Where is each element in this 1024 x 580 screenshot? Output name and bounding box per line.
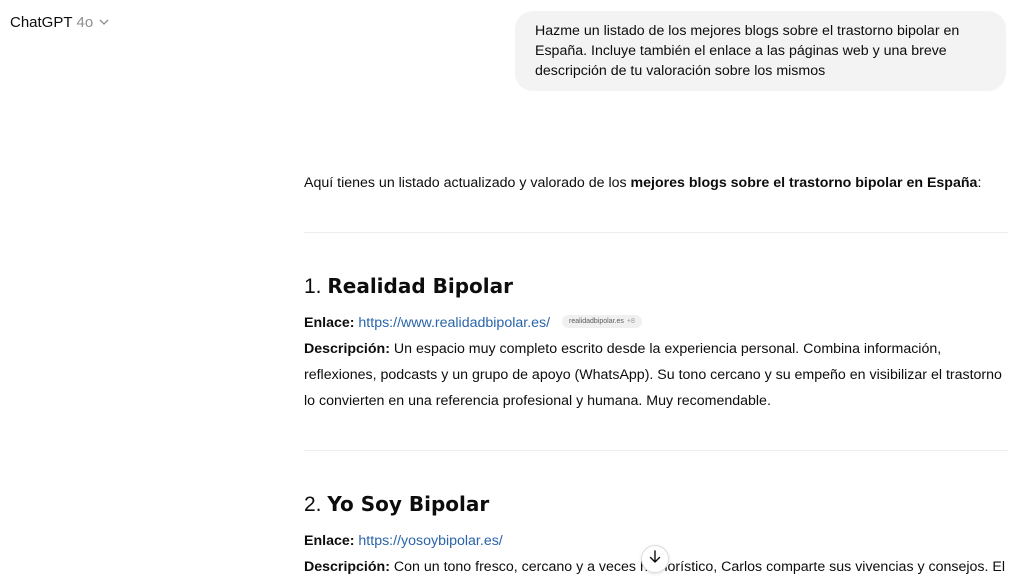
entry-number: 1. <box>304 275 322 298</box>
scroll-to-bottom-button[interactable] <box>641 545 669 573</box>
source-pill-count: +8 <box>626 317 635 325</box>
entry-number: 2. <box>304 493 322 516</box>
blog-entry: 1. Realidad Bipolar Enlace: https://www.… <box>304 273 1008 414</box>
entry-description: Descripción: Un espacio muy completo esc… <box>304 336 1008 414</box>
assistant-intro: Aquí tienes un listado actualizado y val… <box>304 172 1008 194</box>
model-version: 4o <box>76 14 94 31</box>
entry-title: 2. Yo Soy Bipolar <box>304 491 1008 518</box>
intro-suffix: : <box>977 175 982 191</box>
entry-title: 1. Realidad Bipolar <box>304 273 1008 300</box>
entry-link[interactable]: https://yosoybipolar.es/ <box>358 533 502 549</box>
entry-link[interactable]: https://www.realidadbipolar.es/ <box>358 315 550 331</box>
intro-text: Aquí tienes un listado actualizado y val… <box>304 175 631 191</box>
user-message-bubble: Hazme un listado de los mejores blogs so… <box>515 11 1006 91</box>
arrow-down-icon <box>649 550 661 568</box>
source-pill[interactable]: realidadbipolar.es +8 <box>562 314 642 328</box>
chevron-down-icon <box>99 17 109 29</box>
description-label: Descripción: <box>304 559 390 575</box>
link-label: Enlace: <box>304 315 355 331</box>
entry-name: Realidad Bipolar <box>327 274 513 298</box>
model-name: ChatGPT <box>10 14 73 31</box>
description-label: Descripción: <box>304 341 390 357</box>
model-selector[interactable]: ChatGPT 4o <box>10 14 109 31</box>
description-text: Con un tono fresco, cercano y a veces hu… <box>393 559 1006 575</box>
description-text: Un espacio muy completo escrito desde la… <box>304 341 1002 409</box>
user-message-text: Hazme un listado de los mejores blogs so… <box>535 23 960 79</box>
assistant-message: Aquí tienes un listado actualizado y val… <box>304 172 1008 580</box>
entry-link-line: Enlace: https://www.realidadbipolar.es/ … <box>304 310 1008 336</box>
source-pill-label: realidadbipolar.es <box>569 317 624 325</box>
link-label: Enlace: <box>304 533 355 549</box>
entry-name: Yo Soy Bipolar <box>327 492 490 516</box>
intro-bold-text: mejores blogs sobre el trastorno bipolar… <box>630 175 978 191</box>
